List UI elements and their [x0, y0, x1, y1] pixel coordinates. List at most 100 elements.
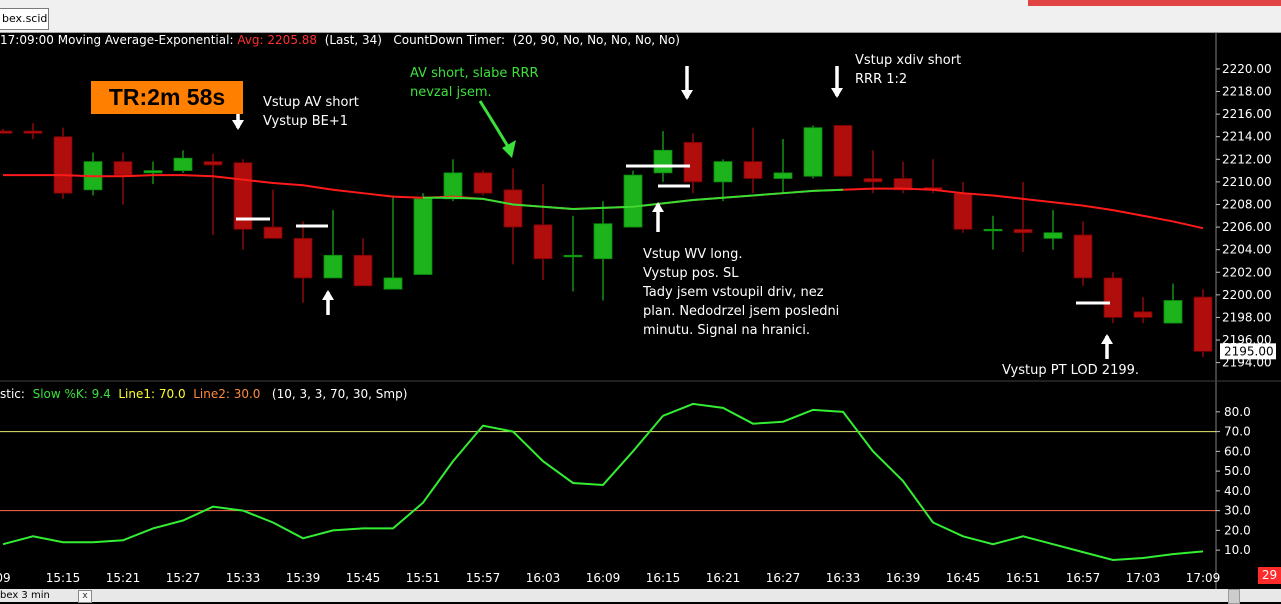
x-tick-label: 15:21	[106, 571, 141, 585]
candle	[383, 277, 403, 290]
chart-tab-label: bex.scid	[2, 12, 48, 25]
y-tick-label: 2214.00	[1222, 130, 1272, 144]
close-button[interactable]	[1028, 0, 1281, 6]
y-tick-label: 2220.00	[1222, 62, 1272, 76]
x-tick-label: 09	[0, 571, 11, 585]
candle	[53, 136, 73, 194]
study-header: 17:09:00 Moving Average-Exponential: Avg…	[0, 33, 680, 47]
x-tick-label: 15:33	[226, 571, 261, 585]
exit-arrow-up-head	[1101, 334, 1113, 344]
stoch-y-tick-label: 60.0	[1224, 444, 1251, 458]
stoch-y-tick-label: 30.0	[1224, 504, 1251, 518]
candle	[353, 254, 373, 287]
stoch-y-tick-label: 40.0	[1224, 484, 1251, 498]
note-av-short-green: AV short, slabe RRR nevzal jsem.	[410, 66, 539, 100]
y-tick-label: 2202.00	[1222, 265, 1272, 279]
candle	[173, 157, 193, 171]
candle	[413, 198, 433, 275]
x-tick-label: 16:15	[646, 571, 681, 585]
x-tick-label: 16:45	[946, 571, 981, 585]
candle	[1193, 296, 1213, 352]
y-tick-label: 2212.00	[1222, 152, 1272, 166]
candle	[803, 127, 823, 177]
x-tick-label: 17:09	[1186, 571, 1221, 585]
candle	[713, 161, 733, 183]
y-tick-label: 2198.00	[1222, 310, 1272, 324]
stochastic-header: stic: Slow %K: 9.4 Line1: 70.0 Line2: 30…	[0, 387, 408, 401]
candle	[473, 172, 493, 194]
candle	[263, 226, 283, 239]
y-tick-label: 2216.00	[1222, 107, 1272, 121]
green-arrow	[478, 100, 512, 151]
current-price-label: 2195.00	[1224, 344, 1274, 358]
candle	[1133, 311, 1153, 318]
candle	[953, 192, 973, 230]
alert-count-badge: 29	[1258, 567, 1281, 584]
stoch-y-tick-label: 10.0	[1224, 543, 1251, 557]
exit-arrow-up-head	[322, 290, 334, 300]
x-tick-label: 16:21	[706, 571, 741, 585]
candle	[143, 170, 163, 174]
candle	[1043, 232, 1063, 239]
stoch-y-tick-label: 20.0	[1224, 523, 1251, 537]
candle	[203, 161, 223, 166]
candle	[833, 125, 853, 177]
price-panel: 2220.00 2218.00 2216.00 2214.00 2212.00 2210.…	[0, 32, 1281, 589]
candle	[1103, 277, 1123, 318]
x-tick-label: 16:27	[766, 571, 801, 585]
avg-value: Avg: 2205.88	[237, 33, 318, 47]
x-tick-label: 16:03	[526, 571, 561, 585]
x-tick-label: 15:39	[286, 571, 321, 585]
candle	[683, 141, 703, 183]
slow-k-line	[2, 402, 1204, 562]
candle	[1163, 300, 1183, 324]
candle	[983, 228, 1003, 232]
stoch-y-tick-label: 70.0	[1224, 425, 1251, 439]
candle	[23, 130, 43, 134]
candle	[773, 172, 793, 179]
x-tick-label: 16:33	[826, 571, 861, 585]
candle	[743, 161, 763, 179]
candle	[653, 149, 673, 174]
candle	[0, 130, 13, 134]
x-tick-label: 17:03	[1126, 571, 1161, 585]
candle	[503, 189, 523, 228]
x-tick-label: 15:15	[46, 571, 81, 585]
note-xdiv-short: Vstup xdiv short RRR 1:2	[855, 53, 962, 87]
candle	[1073, 234, 1093, 279]
x-tick-label: 15:57	[466, 571, 501, 585]
entry-arrow-down-head	[232, 120, 244, 130]
candle	[533, 224, 553, 260]
candle	[1013, 228, 1033, 234]
bottom-tab-label[interactable]: bex 3 min	[0, 590, 50, 601]
stochastic-panel: 09 15:15 15:21 15:27 15:33 15:39 15:45 15:51 15:…	[0, 402, 1251, 585]
note-wv-long: Vstup WV long. Vystup pos. SL Tady jsem …	[643, 247, 840, 338]
candle	[443, 172, 463, 200]
x-tick-label: 16:51	[1006, 571, 1041, 585]
candle	[563, 254, 583, 258]
candle	[623, 174, 643, 228]
y-tick-label: 2218.00	[1222, 85, 1272, 99]
chart-canvas[interactable]: 2220.00 2218.00 2216.00 2214.00 2212.00 2210.…	[0, 32, 1281, 589]
candle	[293, 237, 313, 279]
x-tick-label: 15:27	[166, 571, 201, 585]
candle	[113, 161, 133, 176]
stoch-y-tick-label: 80.0	[1224, 405, 1251, 419]
candle	[593, 223, 613, 260]
y-tick-label: 2206.00	[1222, 220, 1272, 234]
y-tick-label: 2210.00	[1222, 175, 1272, 189]
y-tick-label: 2200.00	[1222, 288, 1272, 302]
x-tick-label: 15:45	[346, 571, 381, 585]
stoch-y-tick-label: 50.0	[1224, 464, 1251, 478]
entry-arrow-down-head	[831, 88, 843, 98]
window-titlebar: bex.scid	[0, 0, 1281, 33]
y-tick-label: 2208.00	[1222, 197, 1272, 211]
close-icon[interactable]: x	[78, 590, 92, 603]
countdown-timer-badge: TR:2m 58s	[91, 81, 243, 114]
note-av-short: Vstup AV short Vystup BE+1	[263, 95, 359, 129]
y-tick-label: 2204.00	[1222, 243, 1272, 257]
candle	[323, 254, 343, 279]
chart-tab[interactable]: bex.scid	[0, 8, 49, 30]
note-pt-lod: Vystup PT LOD 2199.	[1002, 363, 1140, 378]
bottom-tab-bar: bex 3 min x	[0, 589, 1281, 604]
